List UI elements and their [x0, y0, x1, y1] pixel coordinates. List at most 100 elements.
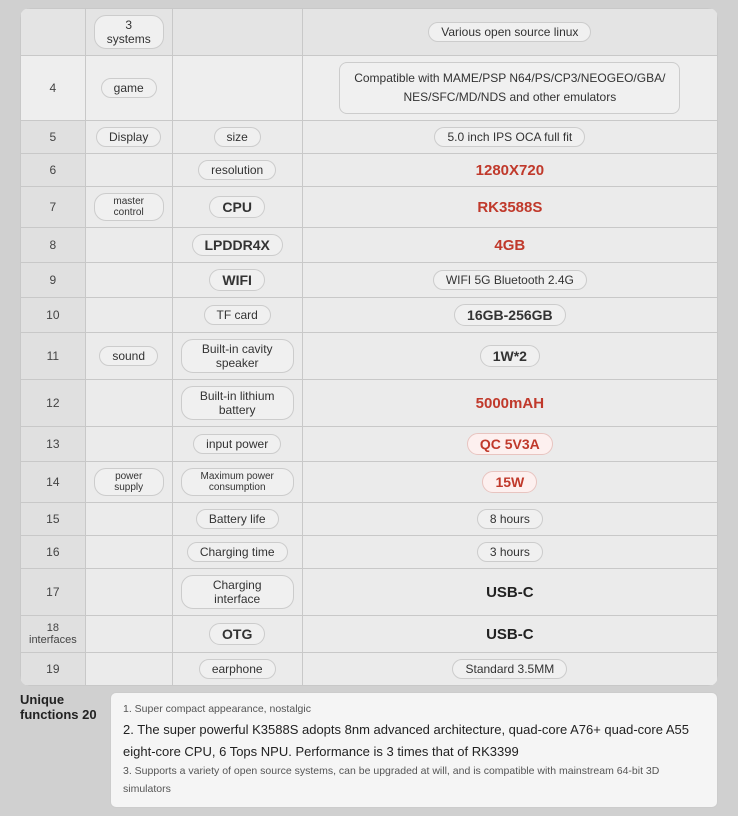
- row-sub: CPU: [172, 187, 302, 228]
- subcategory-badge: OTG: [209, 623, 265, 645]
- table-row: 16 Charging time 3 hours: [21, 536, 718, 569]
- table-row: 19 earphone Standard 3.5MM: [21, 653, 718, 686]
- row-cat: [85, 298, 172, 333]
- category-badge: 3 systems: [94, 15, 164, 49]
- row-val: Various open source linux: [302, 9, 717, 56]
- row-num: 6: [21, 154, 86, 187]
- table-row: 12 Built-in lithium battery 5000mAH: [21, 380, 718, 427]
- row-cat: [85, 228, 172, 263]
- row-val: QC 5V3A: [302, 427, 717, 462]
- row-num: 8: [21, 228, 86, 263]
- row-sub: Charging time: [172, 536, 302, 569]
- row-cat: power supply: [85, 462, 172, 503]
- row-num: 10: [21, 298, 86, 333]
- value-badge: 3 hours: [477, 542, 543, 562]
- row-val: 8 hours: [302, 503, 717, 536]
- subcategory-badge: Maximum power consumption: [181, 468, 294, 496]
- spec-table: 3 systems Various open source linux 4 ga…: [20, 8, 718, 686]
- row-val: Compatible with MAME/PSP N64/PS/CP3/NEOG…: [302, 56, 717, 121]
- row-sub: Built-in cavity speaker: [172, 333, 302, 380]
- table-row: 10 TF card 16GB-256GB: [21, 298, 718, 333]
- row-num: 14: [21, 462, 86, 503]
- row-num: 7: [21, 187, 86, 228]
- row-sub: Built-in lithium battery: [172, 380, 302, 427]
- subcategory-badge: WIFI: [209, 269, 265, 291]
- value-text: RK3588S: [477, 199, 542, 216]
- row-cat: [85, 154, 172, 187]
- category-badge: game: [101, 78, 157, 98]
- notes-section: 1. Super compact appearance, nostalgic 2…: [110, 692, 718, 808]
- category-badge: master control: [94, 193, 164, 221]
- row-sub: [172, 9, 302, 56]
- table-row: 6 resolution 1280X720: [21, 154, 718, 187]
- row-num: 18 interfaces: [21, 616, 86, 653]
- row-num: 16: [21, 536, 86, 569]
- row-num: 13: [21, 427, 86, 462]
- row-num: 4: [21, 56, 86, 121]
- value-badge: Various open source linux: [428, 22, 591, 42]
- table-row: 11 sound Built-in cavity speaker 1W*2: [21, 333, 718, 380]
- subcategory-badge: Charging time: [187, 542, 288, 562]
- subcategory-badge: resolution: [198, 160, 276, 180]
- subcategory-badge: CPU: [209, 196, 265, 218]
- row-cat: [85, 569, 172, 616]
- row-sub: size: [172, 121, 302, 154]
- unique-label: Uniquefunctions 20: [20, 688, 110, 722]
- row-cat: game: [85, 56, 172, 121]
- subcategory-badge: Built-in cavity speaker: [181, 339, 294, 373]
- row-sub: TF card: [172, 298, 302, 333]
- subcategory-badge: TF card: [204, 305, 271, 325]
- row-sub: earphone: [172, 653, 302, 686]
- value-text: 1280X720: [476, 162, 544, 179]
- value-text: USB-C: [486, 584, 534, 601]
- row-sub: Maximum power consumption: [172, 462, 302, 503]
- row-sub: input power: [172, 427, 302, 462]
- row-num: 19: [21, 653, 86, 686]
- row-val: 15W: [302, 462, 717, 503]
- row-cat: [85, 616, 172, 653]
- table-row: 14 power supply Maximum power consumptio…: [21, 462, 718, 503]
- row-val: WIFI 5G Bluetooth 2.4G: [302, 263, 717, 298]
- row-cat: [85, 503, 172, 536]
- row-val: 3 hours: [302, 536, 717, 569]
- subcategory-badge: LPDDR4X: [192, 234, 283, 256]
- note-line-1: 1. Super compact appearance, nostalgic: [123, 701, 705, 719]
- row-val: USB-C: [302, 616, 717, 653]
- value-badge: 8 hours: [477, 509, 543, 529]
- table-row: 18 interfaces OTG USB-C: [21, 616, 718, 653]
- row-val: 1W*2: [302, 333, 717, 380]
- subcategory-badge: Built-in lithium battery: [181, 386, 294, 420]
- row-val: 5.0 inch IPS OCA full fit: [302, 121, 717, 154]
- value-badge: 15W: [482, 471, 537, 493]
- subcategory-badge: input power: [193, 434, 281, 454]
- subcategory-badge: Charging interface: [181, 575, 294, 609]
- row-cat: Display: [85, 121, 172, 154]
- row-sub: LPDDR4X: [172, 228, 302, 263]
- table-row: 17 Charging interface USB-C: [21, 569, 718, 616]
- row-num: 12: [21, 380, 86, 427]
- value-badge: Standard 3.5MM: [452, 659, 567, 679]
- subcategory-badge: earphone: [199, 659, 276, 679]
- row-num: 17: [21, 569, 86, 616]
- row-val: 4GB: [302, 228, 717, 263]
- value-badge: 16GB-256GB: [454, 304, 566, 326]
- row-sub: OTG: [172, 616, 302, 653]
- row-val: Standard 3.5MM: [302, 653, 717, 686]
- row-num: 15: [21, 503, 86, 536]
- value-badge: WIFI 5G Bluetooth 2.4G: [433, 270, 587, 290]
- subcategory-badge: Battery life: [196, 509, 279, 529]
- row-num: 9: [21, 263, 86, 298]
- value-badge: Compatible with MAME/PSP N64/PS/CP3/NEOG…: [339, 62, 680, 114]
- category-badge: sound: [99, 346, 158, 366]
- row-cat: 3 systems: [85, 9, 172, 56]
- note-line-2: 2. The super powerful K3588S adopts 8nm …: [123, 719, 705, 763]
- table-row: 7 master control CPU RK3588S: [21, 187, 718, 228]
- category-badge: power supply: [94, 468, 164, 496]
- row-cat: [85, 536, 172, 569]
- value-badge: QC 5V3A: [467, 433, 553, 455]
- category-badge: Display: [96, 127, 161, 147]
- table-row: 13 input power QC 5V3A: [21, 427, 718, 462]
- table-row: 5 Display size 5.0 inch IPS OCA full fit: [21, 121, 718, 154]
- row-cat: master control: [85, 187, 172, 228]
- row-cat: [85, 427, 172, 462]
